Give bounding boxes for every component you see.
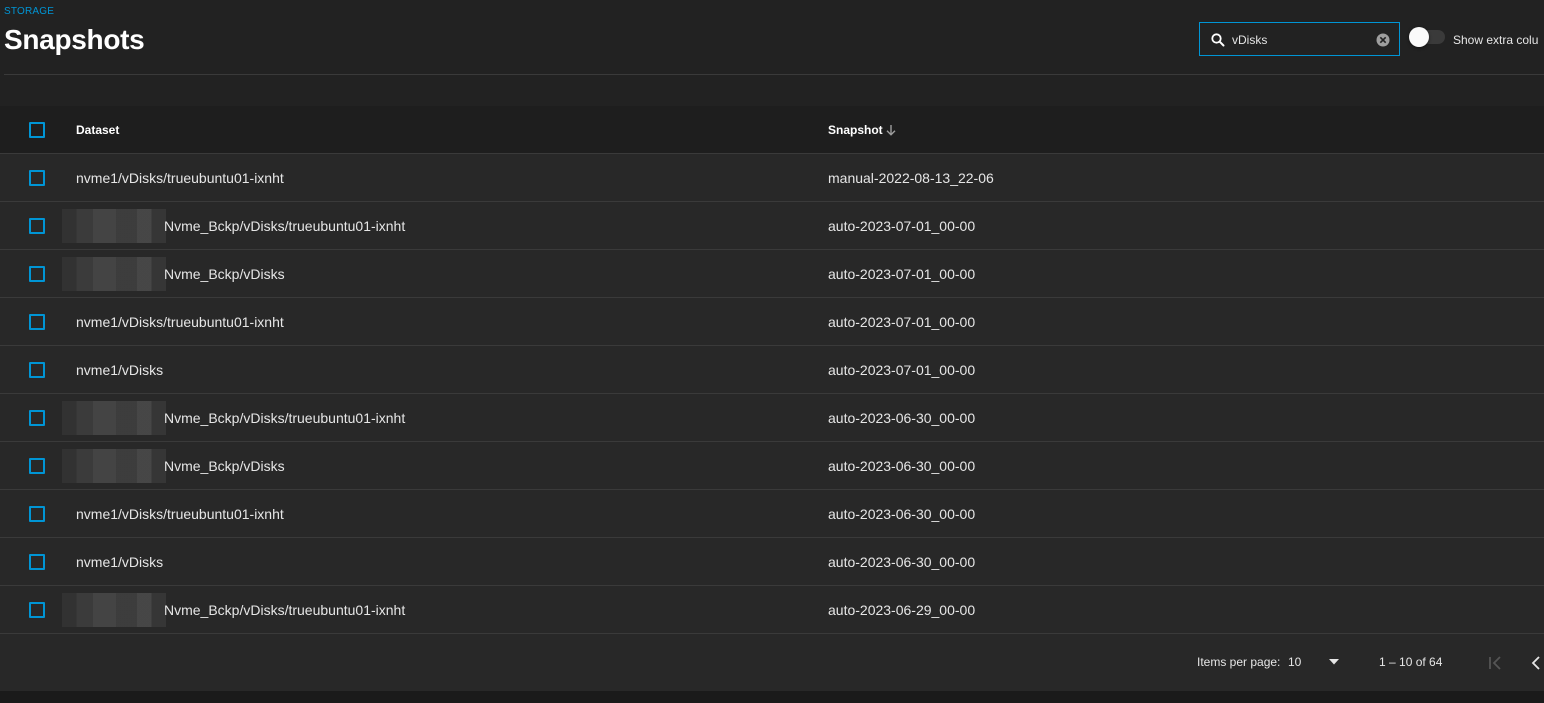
- table-row[interactable]: Nvme_Bckp/vDisks auto-2023-07-01_00-00: [0, 250, 1544, 298]
- table-row[interactable]: nvme1/vDisks/trueubuntu01-ixnht manual-20…: [0, 154, 1544, 202]
- show-extra-columns-label[interactable]: Show extra colu: [1453, 33, 1538, 47]
- search-icon: [1211, 33, 1225, 47]
- previous-page-icon[interactable]: [1526, 654, 1544, 672]
- dataset-cell: nvme1/vDisks/trueubuntu01-ixnht: [76, 314, 284, 330]
- redacted-region: [62, 257, 166, 291]
- search-input[interactable]: [1232, 30, 1372, 50]
- snapshot-cell: auto-2023-06-30_00-00: [828, 458, 976, 474]
- header-divider: [4, 74, 1544, 75]
- table-row[interactable]: Nvme_Bckp/vDisks auto-2023-06-30_00-00: [0, 442, 1544, 490]
- dataset-cell: nvme1/vDisks: [76, 362, 164, 378]
- dataset-cell: Nvme_Bckp/vDisks/trueubuntu01-ixnht: [164, 602, 406, 618]
- snapshot-cell: auto-2023-06-30_00-00: [828, 410, 976, 426]
- dataset-cell: Nvme_Bckp/vDisks/trueubuntu01-ixnht: [164, 410, 406, 426]
- row-checkbox[interactable]: [29, 506, 45, 522]
- table-row[interactable]: nvme1/vDisks/trueubuntu01-ixnht auto-2023…: [0, 490, 1544, 538]
- row-checkbox[interactable]: [29, 266, 45, 282]
- select-all-checkbox[interactable]: [29, 122, 45, 138]
- row-checkbox[interactable]: [29, 218, 45, 234]
- row-checkbox[interactable]: [29, 170, 45, 186]
- row-checkbox[interactable]: [29, 458, 45, 474]
- table-row[interactable]: Nvme_Bckp/vDisks/trueubuntu01-ixnht auto-…: [0, 586, 1544, 634]
- clear-icon[interactable]: [1376, 33, 1390, 47]
- row-checkbox[interactable]: [29, 602, 45, 618]
- breadcrumb[interactable]: STORAGE: [4, 6, 54, 17]
- snapshot-cell: auto-2023-06-30_00-00: [828, 506, 976, 522]
- table-header: Dataset Snapshot: [0, 106, 1544, 154]
- redacted-region: [62, 593, 166, 627]
- range-label: 1 – 10 of 64: [1379, 655, 1443, 669]
- paginator: Items per page: 10 1 – 10 of 64: [0, 634, 1544, 691]
- snapshot-cell: auto-2023-07-01_00-00: [828, 218, 976, 234]
- snapshot-cell: manual-2022-08-13_22-06: [828, 170, 994, 186]
- snapshot-cell: auto-2023-07-01_00-00: [828, 362, 976, 378]
- search-field[interactable]: [1199, 22, 1400, 56]
- table-row[interactable]: nvme1/vDisks auto-2023-06-30_00-00: [0, 538, 1544, 586]
- dataset-cell: Nvme_Bckp/vDisks: [164, 458, 285, 474]
- redacted-region: [62, 449, 166, 483]
- column-header-dataset[interactable]: Dataset: [76, 123, 119, 137]
- snapshots-table: Dataset Snapshot nvme1/vDisks/trueubuntu…: [0, 106, 1544, 691]
- snapshots-page: STORAGE Snapshots Show extra colu Datase…: [0, 0, 1544, 703]
- row-checkbox[interactable]: [29, 554, 45, 570]
- table-row[interactable]: Nvme_Bckp/vDisks/trueubuntu01-ixnht auto-…: [0, 202, 1544, 250]
- dataset-cell: nvme1/vDisks/trueubuntu01-ixnht: [76, 506, 284, 522]
- row-checkbox[interactable]: [29, 314, 45, 330]
- column-header-snapshot[interactable]: Snapshot: [828, 123, 883, 137]
- show-extra-columns-toggle[interactable]: [1409, 27, 1445, 47]
- snapshot-cell: auto-2023-06-30_00-00: [828, 554, 976, 570]
- row-checkbox[interactable]: [29, 362, 45, 378]
- dataset-cell: Nvme_Bckp/vDisks: [164, 266, 285, 282]
- table-row[interactable]: Nvme_Bckp/vDisks/trueubuntu01-ixnht auto-…: [0, 394, 1544, 442]
- snapshot-cell: auto-2023-07-01_00-00: [828, 266, 976, 282]
- arrow-down-icon[interactable]: [885, 124, 897, 136]
- snapshot-cell: auto-2023-06-29_00-00: [828, 602, 976, 618]
- dataset-cell: nvme1/vDisks/trueubuntu01-ixnht: [76, 170, 284, 186]
- redacted-region: [62, 209, 166, 243]
- table-row[interactable]: nvme1/vDisks auto-2023-07-01_00-00: [0, 346, 1544, 394]
- toggle-thumb[interactable]: [1409, 27, 1429, 47]
- redacted-region: [62, 401, 166, 435]
- dropdown-arrow-icon[interactable]: [1329, 659, 1339, 665]
- dataset-cell: nvme1/vDisks: [76, 554, 164, 570]
- row-checkbox[interactable]: [29, 410, 45, 426]
- snapshot-cell: auto-2023-07-01_00-00: [828, 314, 976, 330]
- dataset-cell: Nvme_Bckp/vDisks/trueubuntu01-ixnht: [164, 218, 406, 234]
- bottom-bar: [0, 691, 1544, 703]
- items-per-page-select[interactable]: 10: [1288, 655, 1301, 669]
- page-title: Snapshots: [4, 24, 145, 55]
- items-per-page-label: Items per page:: [1197, 655, 1281, 669]
- first-page-icon[interactable]: [1487, 654, 1505, 672]
- table-row[interactable]: nvme1/vDisks/trueubuntu01-ixnht auto-2023…: [0, 298, 1544, 346]
